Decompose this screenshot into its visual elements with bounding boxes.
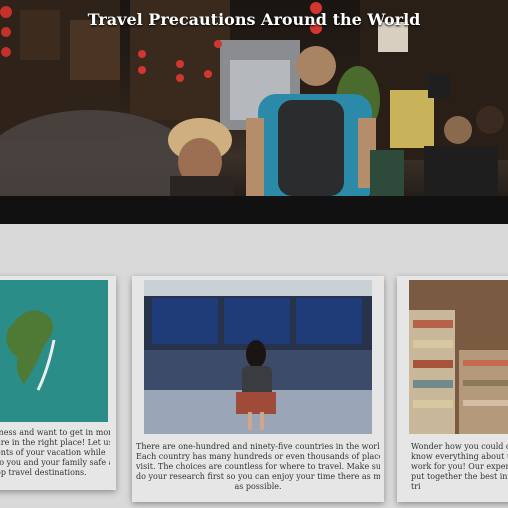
card-description: Wonder how you could co know everything … xyxy=(411,442,508,491)
hero-banner: Travel Precautions Around the World xyxy=(0,0,508,224)
card-image-airport xyxy=(144,280,372,434)
hero-bottom-strip xyxy=(0,196,508,224)
destination-card[interactable]: iness and want to get in more are in the… xyxy=(0,276,116,490)
card-image-island xyxy=(0,280,108,422)
card-description: iness and want to get in more are in the… xyxy=(0,428,110,477)
card-image-books xyxy=(409,280,508,434)
card-description: There are one-hundred and ninety-five co… xyxy=(136,442,380,491)
destination-card[interactable]: There are one-hundred and ninety-five co… xyxy=(132,276,384,502)
page-title: Travel Precautions Around the World xyxy=(87,10,421,29)
destination-card[interactable]: Wonder how you could co know everything … xyxy=(397,276,508,502)
hero-street-photo xyxy=(0,0,508,224)
